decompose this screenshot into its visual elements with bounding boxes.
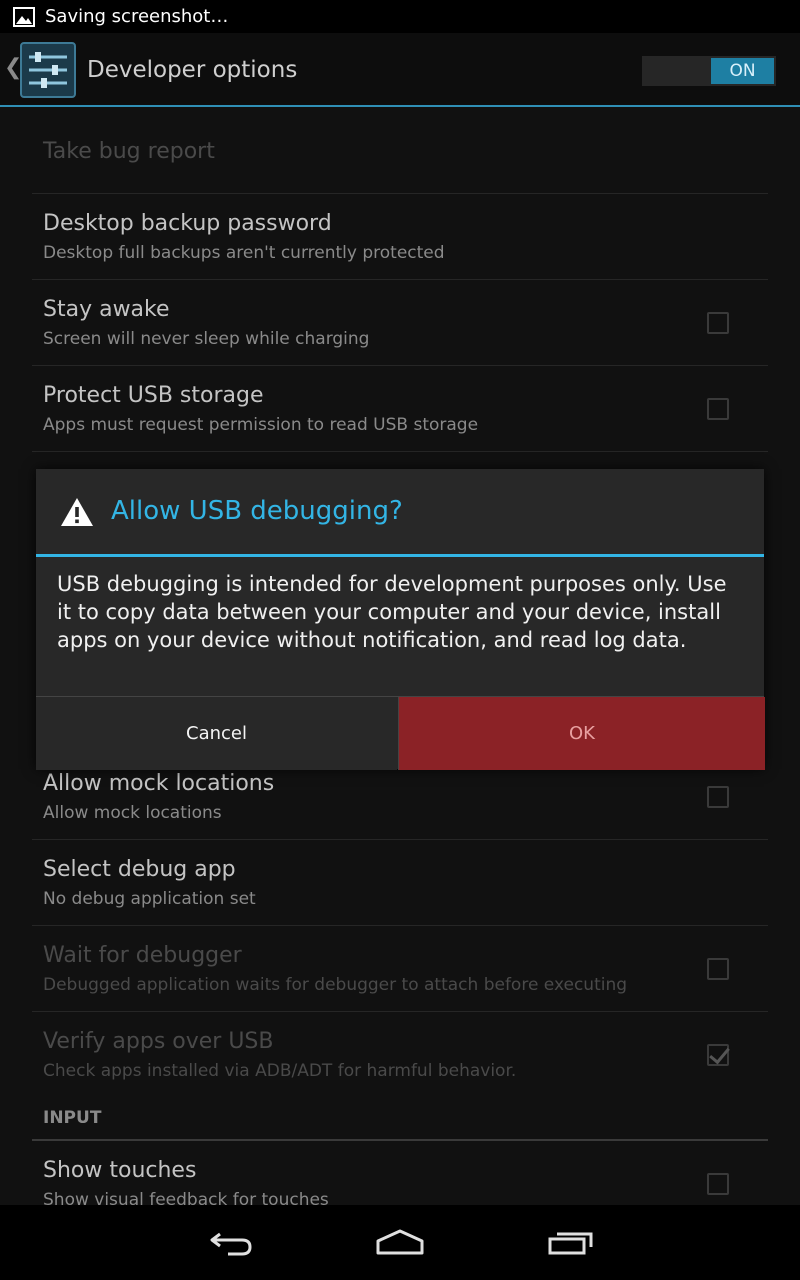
- stay-awake-checkbox[interactable]: [707, 312, 729, 334]
- home-icon[interactable]: [374, 1227, 426, 1257]
- notification-text: Saving screenshot…: [45, 6, 229, 27]
- mock-locations-checkbox[interactable]: [707, 786, 729, 808]
- show-touches-checkbox[interactable]: [707, 1173, 729, 1195]
- cancel-button[interactable]: Cancel: [36, 697, 397, 770]
- navigation-bar: [0, 1205, 800, 1280]
- item-summary: No debug application set: [43, 889, 256, 909]
- select-debug-app-item[interactable]: Select debug app No debug application se…: [32, 840, 768, 926]
- status-bar: Saving screenshot…: [0, 0, 800, 33]
- item-summary: Desktop full backups aren't currently pr…: [43, 243, 445, 263]
- item-summary: Show visual feedback for touches: [43, 1190, 329, 1205]
- warning-icon: [61, 498, 93, 526]
- dialog-header: Allow USB debugging?: [36, 469, 764, 557]
- item-summary: Screen will never sleep while charging: [43, 329, 370, 349]
- item-title: Stay awake: [43, 297, 170, 322]
- developer-options-toggle[interactable]: ON: [642, 56, 776, 86]
- item-title: Select debug app: [43, 857, 236, 882]
- take-bug-report-item[interactable]: Take bug report: [32, 107, 768, 194]
- item-title: Show touches: [43, 1158, 197, 1183]
- page-title: Developer options: [87, 57, 298, 83]
- item-summary: Apps must request permission to read USB…: [43, 415, 479, 435]
- item-summary: Debugged application waits for debugger …: [43, 975, 628, 995]
- dialog-message: USB debugging is intended for developmen…: [57, 572, 727, 652]
- toggle-on-label: ON: [711, 58, 774, 84]
- section-title: INPUT: [43, 1108, 102, 1128]
- show-touches-item[interactable]: Show touches Show visual feedback for to…: [32, 1141, 768, 1205]
- settings-sliders-icon[interactable]: [19, 41, 77, 99]
- item-title: Desktop backup password: [43, 211, 332, 236]
- item-summary: Allow mock locations: [43, 803, 222, 823]
- recent-apps-icon[interactable]: [547, 1227, 595, 1257]
- protect-usb-checkbox[interactable]: [707, 398, 729, 420]
- dialog-title: Allow USB debugging?: [111, 496, 403, 526]
- item-title: Wait for debugger: [43, 943, 242, 968]
- desktop-backup-item[interactable]: Desktop backup password Desktop full bac…: [32, 194, 768, 280]
- input-section-header: INPUT: [32, 1102, 768, 1141]
- protect-usb-item[interactable]: Protect USB storage Apps must request pe…: [32, 366, 768, 452]
- usb-debugging-dialog: Allow USB debugging? USB debugging is in…: [36, 469, 765, 770]
- item-title: Protect USB storage: [43, 383, 264, 408]
- image-icon: [13, 6, 35, 27]
- item-summary: Check apps installed via ADB/ADT for har…: [43, 1061, 517, 1081]
- verify-apps-item: Verify apps over USB Check apps installe…: [32, 1012, 768, 1102]
- wait-for-debugger-checkbox: [707, 958, 729, 980]
- wait-for-debugger-item: Wait for debugger Debugged application w…: [32, 926, 768, 1012]
- item-title: Allow mock locations: [43, 771, 275, 796]
- dialog-button-bar: Cancel OK: [36, 696, 765, 770]
- verify-apps-checkbox: [707, 1044, 729, 1066]
- back-icon[interactable]: [206, 1227, 254, 1257]
- action-bar: ❮ Developer options ON: [0, 33, 800, 107]
- stay-awake-item[interactable]: Stay awake Screen will never sleep while…: [32, 280, 768, 366]
- item-title: Verify apps over USB: [43, 1029, 274, 1054]
- item-title: Take bug report: [43, 139, 215, 164]
- ok-button[interactable]: OK: [398, 697, 765, 770]
